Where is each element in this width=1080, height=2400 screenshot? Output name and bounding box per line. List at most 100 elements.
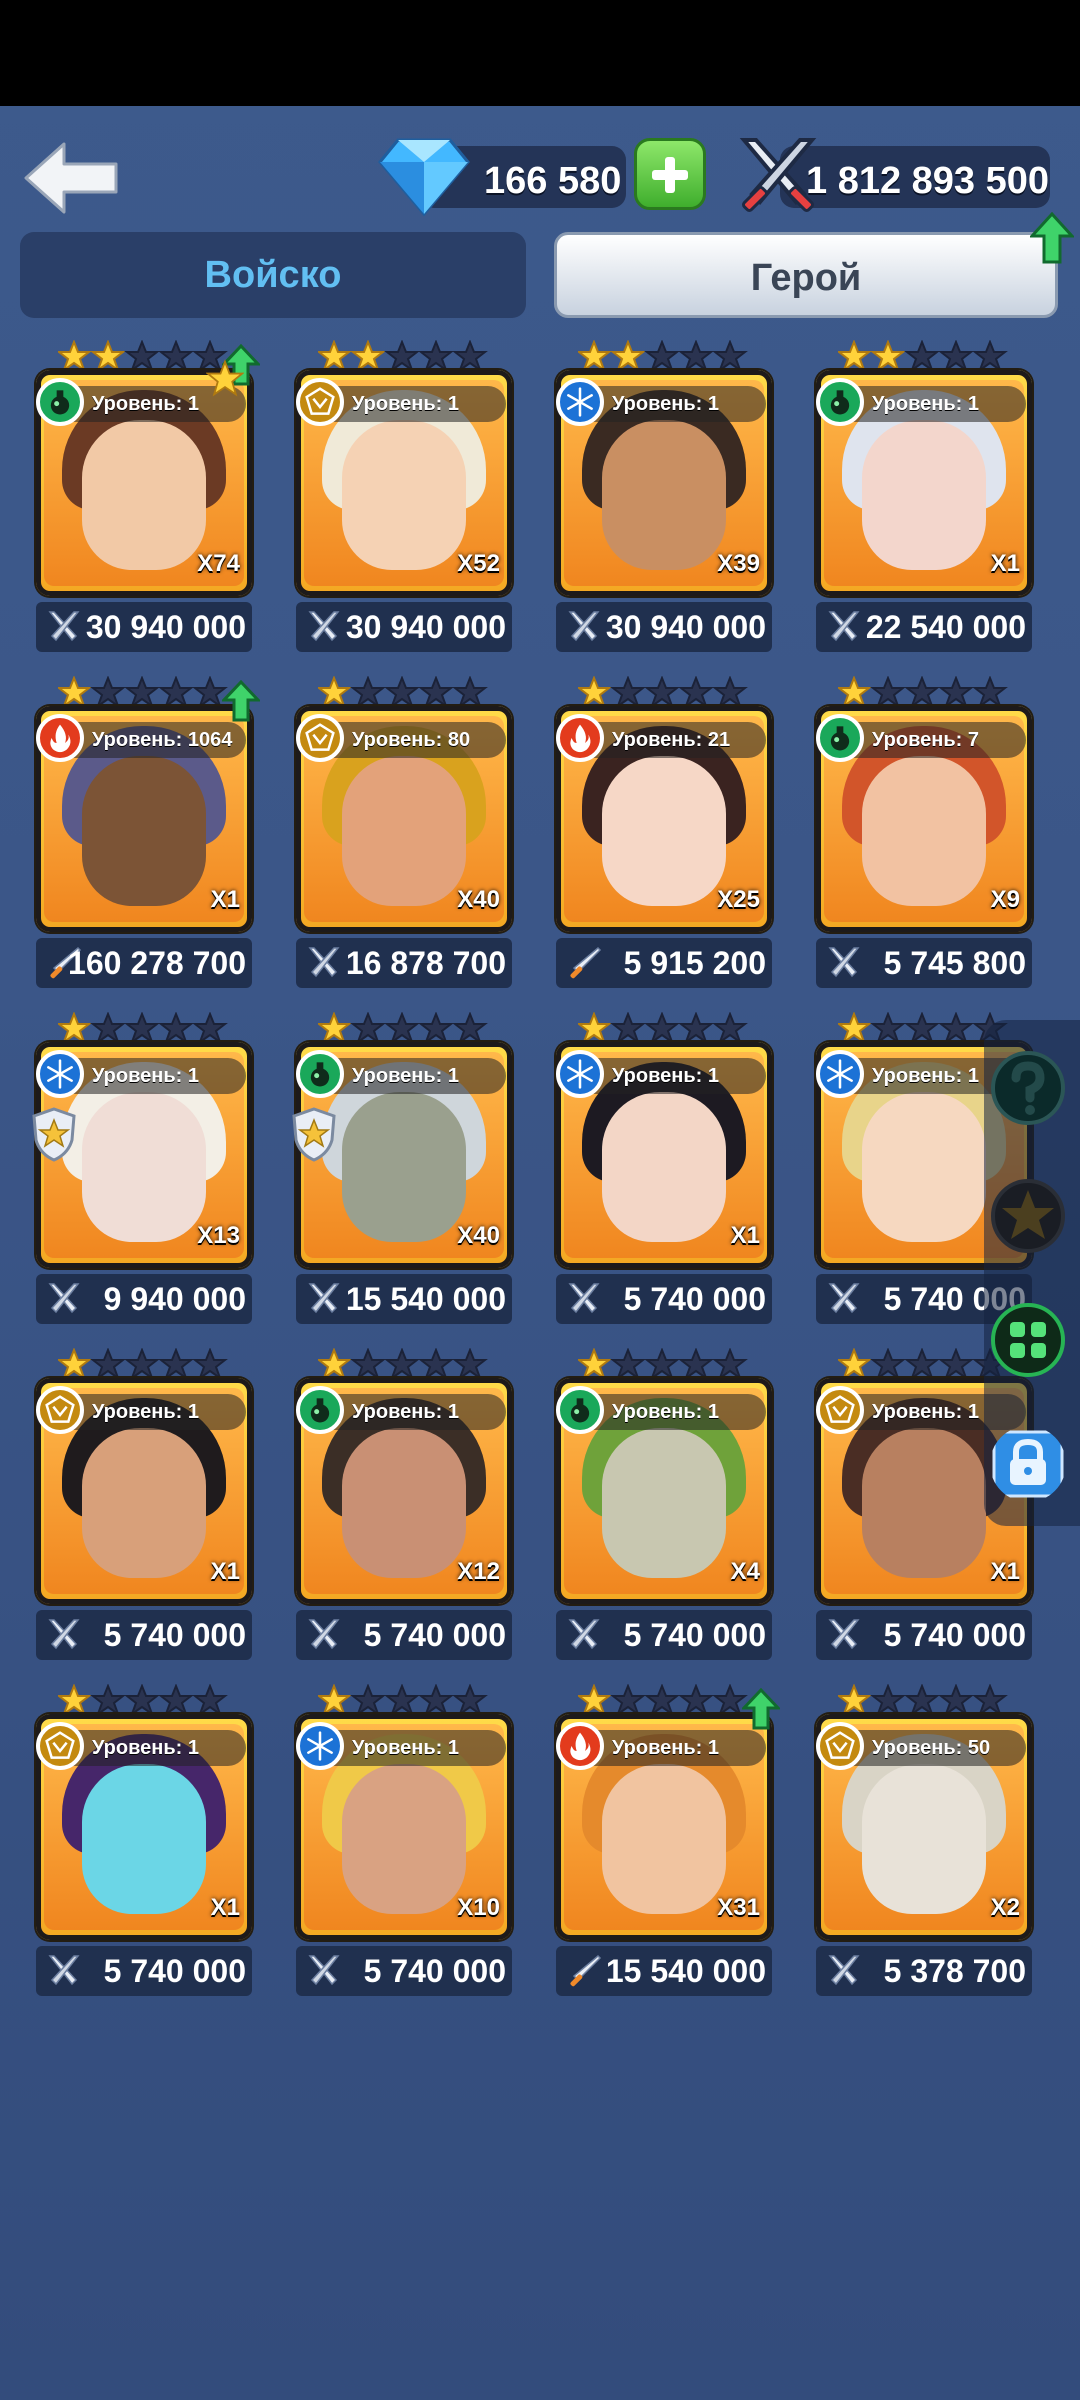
star-filled-icon: [578, 1684, 612, 1717]
star-empty-icon: [870, 1348, 906, 1381]
power-row: 9 940 000: [36, 1274, 252, 1324]
star-rating: [58, 1012, 228, 1045]
star-empty-icon: [904, 1348, 940, 1381]
portrait-face: [342, 420, 466, 570]
hero-card[interactable]: Уровень: 50 X2 5 378 700: [806, 1684, 1040, 1996]
star-icon[interactable]: [990, 1178, 1066, 1254]
hero-card[interactable]: Уровень: 1 X13 9 940 000: [26, 1012, 260, 1324]
hero-count: X10: [457, 1894, 500, 1921]
back-arrow-icon[interactable]: [22, 138, 122, 218]
portrait-face: [862, 1092, 986, 1242]
star-rating: [578, 340, 748, 373]
hero-card[interactable]: Уровень: 80 X40 16 878 700: [286, 676, 520, 988]
light-element-icon: [816, 1386, 864, 1434]
power-row: 5 740 000: [296, 1610, 512, 1660]
star-empty-icon: [904, 676, 940, 709]
star-empty-icon: [418, 1684, 454, 1717]
crossed-swords-icon: [48, 1955, 80, 1986]
hero-card[interactable]: Уровень: 1 X52 30 940 000: [286, 340, 520, 652]
star-filled-icon: [318, 1348, 352, 1381]
star-filled-icon: [58, 1684, 92, 1717]
power-row: 22 540 000: [816, 602, 1032, 652]
star-rating: [838, 676, 1008, 709]
hero-card[interactable]: Уровень: 1 X1 5 740 000: [26, 1348, 260, 1660]
light-element-icon: [296, 378, 344, 426]
hero-card[interactable]: Уровень: 1 X12 5 740 000: [286, 1348, 520, 1660]
hero-level: Уровень: 1064: [92, 729, 233, 751]
crossed-swords-icon: [48, 611, 80, 642]
power-row: 5 740 000: [556, 1274, 772, 1324]
crossed-swords-icon: [828, 947, 860, 978]
ice-element-icon: [556, 1050, 604, 1098]
star-empty-icon: [870, 676, 906, 709]
star-empty-icon: [384, 676, 420, 709]
star-empty-icon: [158, 1348, 194, 1381]
hero-card[interactable]: Уровень: 1 X39 30 940 000: [546, 340, 780, 652]
portrait-face: [342, 1764, 466, 1914]
star-empty-icon: [418, 676, 454, 709]
star-empty-icon: [870, 1684, 906, 1717]
hero-level: Уровень: 1: [352, 1737, 459, 1759]
grid-icon[interactable]: [990, 1302, 1066, 1378]
hero-level: Уровень: 1: [92, 1401, 199, 1423]
tab-hero[interactable]: Герой: [554, 232, 1058, 318]
hero-level: Уровень: 1: [872, 1401, 979, 1423]
star-empty-icon: [90, 1348, 126, 1381]
star-empty-icon: [452, 1348, 488, 1381]
hero-card[interactable]: Уровень: 1 X10 5 740 000: [286, 1684, 520, 1996]
hero-power: 9 940 000: [103, 1281, 246, 1317]
star-empty-icon: [644, 676, 680, 709]
hero-level: Уровень: 1: [92, 1065, 199, 1087]
star-filled-icon: [578, 676, 612, 709]
hero-card[interactable]: Уровень: 7 X9 5 745 800: [806, 676, 1040, 988]
star-empty-icon: [418, 1348, 454, 1381]
star-empty-icon: [972, 1684, 1008, 1717]
poison-element-icon: [816, 378, 864, 426]
star-empty-icon: [384, 1348, 420, 1381]
star-empty-icon: [90, 1684, 126, 1717]
star-empty-icon: [158, 676, 194, 709]
ice-element-icon: [816, 1050, 864, 1098]
star-empty-icon: [678, 676, 714, 709]
star-empty-icon: [124, 340, 160, 373]
hero-count: X39: [717, 550, 760, 577]
portrait-face: [602, 1764, 726, 1914]
portrait-face: [82, 756, 206, 906]
hero-card[interactable]: Уровень: 1 X74 30 940 000: [26, 340, 260, 652]
star-rating: [578, 676, 748, 709]
hero-card[interactable]: Уровень: 1 X40 15 540 000: [286, 1012, 520, 1324]
star-empty-icon: [904, 340, 940, 373]
hero-card[interactable]: Уровень: 1 X1 22 540 000: [806, 340, 1040, 652]
hero-power: 5 740 000: [363, 1617, 506, 1653]
star-empty-icon: [904, 1012, 940, 1045]
portrait-face: [602, 1428, 726, 1578]
power-row: 30 940 000: [556, 602, 772, 652]
hero-card[interactable]: Уровень: 1 X4 5 740 000: [546, 1348, 780, 1660]
total-power-count: 1 812 893 500: [806, 160, 1050, 202]
star-empty-icon: [384, 1684, 420, 1717]
hero-count: X13: [197, 1222, 240, 1249]
star-empty-icon: [712, 340, 748, 373]
add-gems-button[interactable]: [634, 138, 706, 210]
star-empty-icon: [610, 1684, 646, 1717]
star-filled-icon: [870, 340, 906, 373]
hero-card[interactable]: Уровень: 21 X25 5 915 200: [546, 676, 780, 988]
star-empty-icon: [644, 1348, 680, 1381]
star-filled-icon: [58, 1348, 92, 1381]
lock-icon[interactable]: [990, 1426, 1066, 1502]
tab-troops[interactable]: Войско: [20, 232, 526, 318]
hero-card[interactable]: Уровень: 1064 X1 160 278 700: [26, 676, 260, 988]
power-row: 16 878 700: [296, 938, 512, 988]
hero-count: X1: [990, 550, 1020, 577]
help-icon[interactable]: [990, 1050, 1066, 1126]
hero-card[interactable]: Уровень: 1 X1 5 740 000: [26, 1684, 260, 1996]
star-empty-icon: [452, 676, 488, 709]
crossed-swords-icon: [568, 611, 600, 642]
shield-badge-icon: [32, 1107, 76, 1162]
star-rating: [318, 676, 488, 709]
hero-card[interactable]: Уровень: 1 X31 15 540 000: [546, 1684, 780, 1996]
hero-card[interactable]: Уровень: 1 X1 5 740 000: [546, 1012, 780, 1324]
poison-element-icon: [556, 1386, 604, 1434]
star-rating: [578, 1684, 748, 1717]
poison-element-icon: [296, 1050, 344, 1098]
